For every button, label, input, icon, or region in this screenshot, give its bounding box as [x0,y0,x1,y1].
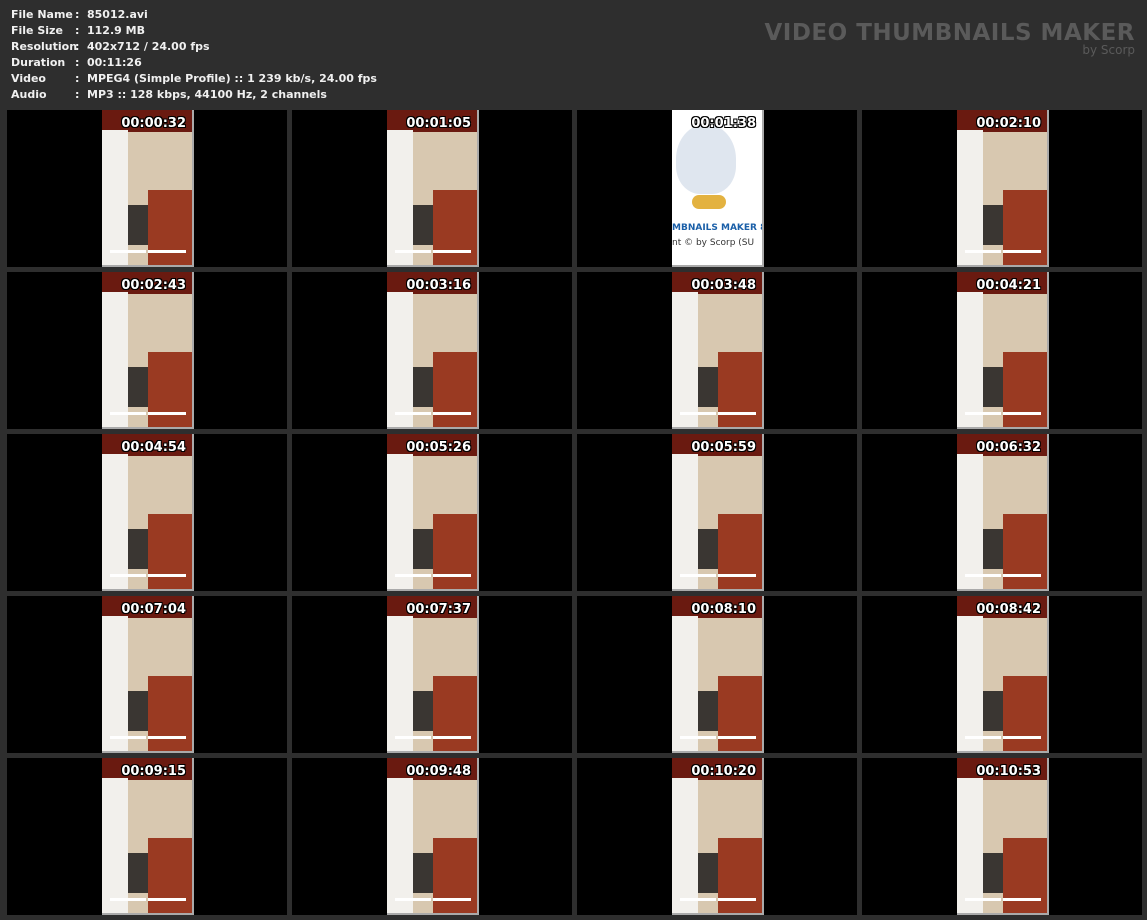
timestamp: 00:05:59 [691,440,756,455]
thumbnail-cell[interactable]: 00:10:53 [862,758,1142,915]
info-separator: : [75,40,80,53]
info-row: Resolution:402x712 / 24.00 fps [11,39,377,55]
timestamp: 00:01:38 [691,116,756,131]
timestamp: 00:07:04 [121,602,186,617]
thumbnail-image: 00:00:32 [102,110,194,267]
info-separator: : [75,88,80,101]
thumbnail-cell[interactable]: 00:10:20 [577,758,857,915]
thumbnail-cell[interactable]: 00:01:05 [292,110,572,267]
thumbnail-image: 00:02:43 [102,272,194,429]
info-label: Video [11,72,46,85]
timestamp: 00:10:53 [976,764,1041,779]
timestamp: 00:04:54 [121,440,186,455]
thumbnail-image: 00:01:05 [387,110,479,267]
scroll-icon [692,195,726,209]
thumbnail-image: 00:08:10 [672,596,764,753]
info-separator: : [75,72,80,85]
thumbnail-image: 00:09:15 [102,758,194,915]
info-label: Audio [11,88,47,101]
timestamp: 00:02:10 [976,116,1041,131]
thumbnail-cell[interactable]: 00:05:59 [577,434,857,591]
timestamp: 00:05:26 [406,440,471,455]
info-value: MPEG4 (Simple Profile) :: 1 239 kb/s, 24… [87,72,377,85]
thumbnail-cell[interactable]: 00:02:43 [7,272,287,429]
thumbnail-cell[interactable]: 00:03:16 [292,272,572,429]
thumbnail-image: 00:04:21 [957,272,1049,429]
thumbnail-image: 00:07:04 [102,596,194,753]
timestamp: 00:03:48 [691,278,756,293]
timestamp: 00:09:15 [121,764,186,779]
info-row: File Name:85012.avi [11,7,377,23]
thumbnail-image: 00:07:37 [387,596,479,753]
info-row: File Size:112.9 MB [11,23,377,39]
timestamp: 00:00:32 [121,116,186,131]
info-separator: : [75,8,80,21]
thumbnail-image: 00:06:32 [957,434,1049,591]
info-row: Duration:00:11:26 [11,55,377,71]
thumbnail-cell[interactable]: 00:08:10 [577,596,857,753]
thumbnail-image: 00:04:54 [102,434,194,591]
info-value: 402x712 / 24.00 fps [87,40,210,53]
info-label: File Name [11,8,73,21]
info-label: Resolution [11,40,78,53]
thumbnail-image: MBNAILS MAKER 8 nt © by Scorp (SU 00:01:38 [672,110,764,267]
logo-frame-copyright: nt © by Scorp (SU [672,238,755,248]
thumbnail-cell[interactable]: 00:02:10 [862,110,1142,267]
thumbnail-image: 00:10:20 [672,758,764,915]
info-label: Duration [11,56,66,69]
thumbnail-image: 00:08:42 [957,596,1049,753]
timestamp: 00:01:05 [406,116,471,131]
timestamp: 00:03:16 [406,278,471,293]
thumbnail-image: 00:10:53 [957,758,1049,915]
thumbnail-cell[interactable]: 00:06:32 [862,434,1142,591]
timestamp: 00:08:42 [976,602,1041,617]
timestamp: 00:04:21 [976,278,1041,293]
thumbnail-image: 00:03:16 [387,272,479,429]
timestamp: 00:06:32 [976,440,1041,455]
thumbnail-cell[interactable]: 00:04:54 [7,434,287,591]
thumbnail-cell[interactable]: 00:00:32 [7,110,287,267]
thumbnail-cell[interactable]: 00:09:48 [292,758,572,915]
timestamp: 00:10:20 [691,764,756,779]
info-row: Audio: MP3 :: 128 kbps, 44100 Hz, 2 chann… [11,87,377,103]
thumbnail-cell[interactable]: 00:08:42 [862,596,1142,753]
logo-title: VIDEO THUMBNAILS MAKER [764,20,1135,46]
info-separator: : [75,24,80,37]
info-value: 00:11:26 [87,56,142,69]
info-value: MP3 :: 128 kbps, 44100 Hz, 2 channels [87,88,327,101]
thumbnail-cell[interactable]: 00:07:04 [7,596,287,753]
thumbnail-image: 00:09:48 [387,758,479,915]
logo-frame-text: MBNAILS MAKER 8 [672,223,764,233]
info-value: 112.9 MB [87,24,145,37]
thumbnail-image: 00:02:10 [957,110,1049,267]
info-separator: : [75,56,80,69]
thumbnail-cell[interactable]: 00:05:26 [292,434,572,591]
thumbnail-image: 00:05:26 [387,434,479,591]
app-logo: VIDEO THUMBNAILS MAKER by Scorp [764,20,1135,57]
timestamp: 00:07:37 [406,602,471,617]
info-label: File Size [11,24,63,37]
thumbnail-cell[interactable]: 00:04:21 [862,272,1142,429]
timestamp: 00:02:43 [121,278,186,293]
thumbnail-grid: 00:00:32 00:01:05 MBNAILS MAKER 8 nt © by S… [7,110,1142,915]
thumbnail-image: 00:05:59 [672,434,764,591]
thumbnail-image: 00:03:48 [672,272,764,429]
file-info: File Name:85012.avi File Size:112.9 MB Res… [11,7,377,103]
owl-icon [676,124,736,194]
timestamp: 00:09:48 [406,764,471,779]
info-row: Video: MPEG4 (Simple Profile) :: 1 239 kb… [11,71,377,87]
thumbnail-cell[interactable]: 00:07:37 [292,596,572,753]
thumbnail-cell[interactable]: 00:09:15 [7,758,287,915]
timestamp: 00:08:10 [691,602,756,617]
thumbnail-cell[interactable]: MBNAILS MAKER 8 nt © by Scorp (SU 00:01:38 [577,110,857,267]
info-value: 85012.avi [87,8,148,21]
thumbnail-cell[interactable]: 00:03:48 [577,272,857,429]
